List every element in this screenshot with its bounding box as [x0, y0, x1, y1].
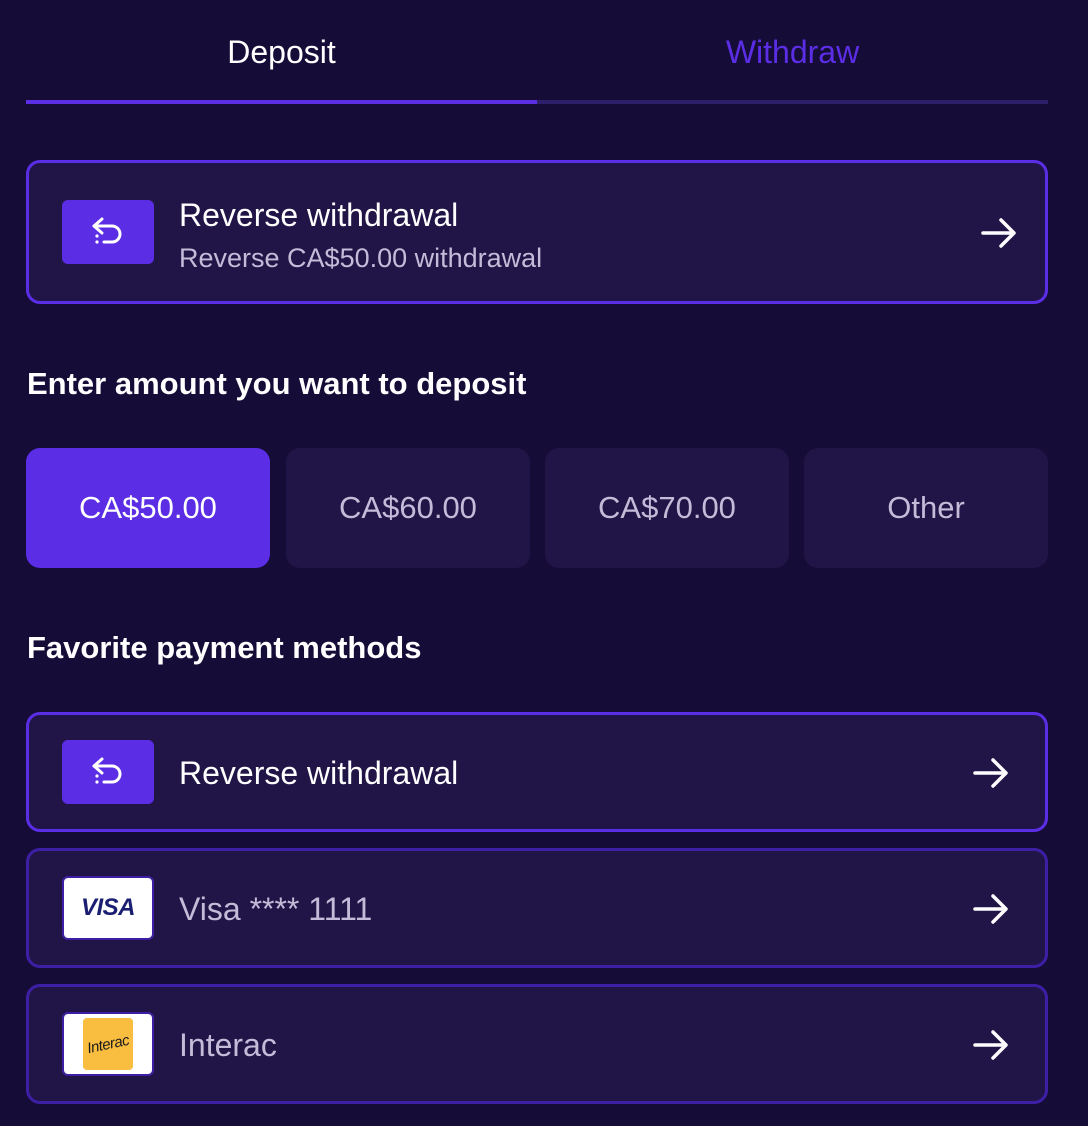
method-label: Visa **** 1111 — [179, 891, 373, 927]
amount-option-70[interactable]: CA$70.00 — [545, 448, 789, 568]
deposit-withdraw-tabs: Deposit Withdraw — [26, 0, 1048, 104]
tab-deposit[interactable]: Deposit — [26, 0, 537, 104]
interac-logo-icon: Interac — [62, 1012, 154, 1076]
amount-option-60[interactable]: CA$60.00 — [286, 448, 530, 568]
amount-option-50[interactable]: CA$50.00 — [26, 448, 270, 568]
amount-section-title: Enter amount you want to deposit — [27, 366, 527, 401]
method-visa[interactable]: VISA Visa **** 1111 — [26, 848, 1048, 968]
method-label: Reverse withdrawal — [179, 755, 459, 791]
method-reverse-withdrawal[interactable]: Reverse withdrawal — [26, 712, 1048, 832]
undo-arrow-icon — [62, 740, 154, 804]
arrow-right-icon — [979, 213, 1019, 253]
tab-withdraw[interactable]: Withdraw — [537, 0, 1048, 104]
tab-withdraw-label: Withdraw — [725, 34, 860, 70]
amount-options: CA$50.00 CA$60.00 CA$70.00 Other — [26, 448, 1048, 568]
method-interac[interactable]: Interac Interac — [26, 984, 1048, 1104]
visa-logo-icon: VISA — [62, 876, 154, 940]
arrow-right-icon — [971, 889, 1011, 929]
method-label: Interac — [179, 1027, 277, 1063]
reverse-withdrawal-card[interactable]: Reverse withdrawal Reverse CA$50.00 with… — [26, 160, 1048, 304]
active-tab-indicator — [26, 100, 537, 104]
arrow-right-icon — [971, 1025, 1011, 1065]
interac-logo-badge: Interac — [83, 1018, 133, 1070]
arrow-right-icon — [971, 753, 1011, 793]
reverse-withdrawal-subtitle: Reverse CA$50.00 withdrawal — [179, 243, 543, 273]
payment-methods-title: Favorite payment methods — [27, 630, 422, 665]
reverse-withdrawal-title: Reverse withdrawal — [179, 197, 459, 233]
interac-logo-text: Interac — [85, 1031, 131, 1057]
tab-underline — [26, 100, 1048, 104]
amount-option-other[interactable]: Other — [804, 448, 1048, 568]
undo-arrow-icon — [62, 200, 154, 264]
tab-deposit-label: Deposit — [227, 34, 336, 70]
visa-logo-text: VISA — [80, 894, 136, 921]
